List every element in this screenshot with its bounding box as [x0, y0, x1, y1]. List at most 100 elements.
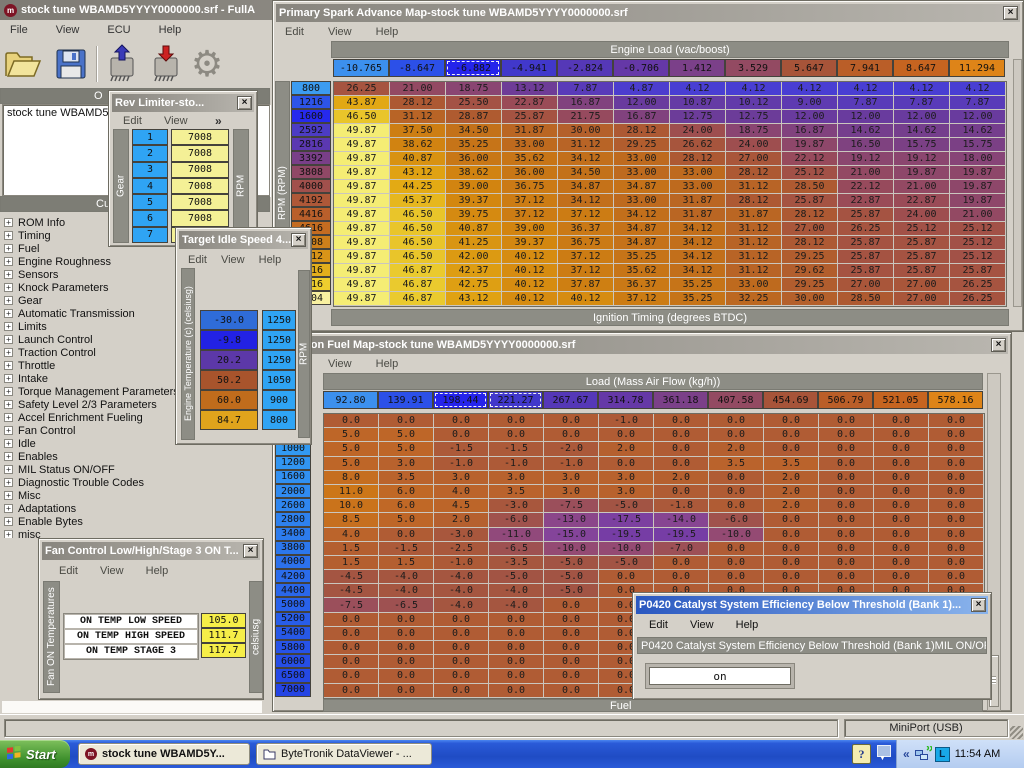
idle-temp-cell[interactable]: 20.2 — [200, 350, 258, 370]
fuel-map-cell[interactable]: 0.0 — [434, 428, 489, 442]
fuel-map-cell[interactable]: 0.0 — [709, 471, 764, 485]
idle-rpm-cell[interactable]: 800 — [262, 410, 296, 430]
sidebar-item-enables[interactable]: +Enables — [0, 450, 270, 463]
fuel-map-cell[interactable]: 3.0 — [544, 471, 599, 485]
spark-map-cell[interactable]: 43.12 — [390, 166, 446, 180]
rev-menu-edit[interactable]: Edit — [123, 115, 142, 127]
fuel-map-cell[interactable]: 0.0 — [489, 414, 544, 428]
rev-rpm-cell[interactable]: 7008 — [171, 162, 229, 178]
fuel-maf-header[interactable]: 139.91 — [378, 391, 433, 409]
p0420-close-icon[interactable]: × — [971, 598, 986, 612]
sidebar-item-diagnostic-trouble-codes[interactable]: +Diagnostic Trouble Codes — [0, 476, 270, 489]
tree-expand-icon[interactable]: + — [4, 504, 13, 513]
menu-help[interactable]: Help — [159, 24, 182, 36]
fuel-map-cell[interactable]: 0.0 — [929, 513, 984, 527]
fuel-rpm-cell[interactable]: 5000 — [275, 597, 311, 611]
fuel-map-cell[interactable]: -6.0 — [489, 513, 544, 527]
fuel-map-cell[interactable]: 2.0 — [654, 471, 709, 485]
rev-menu-overflow-icon[interactable]: » — [215, 114, 222, 128]
fuel-map-cell[interactable]: 0.0 — [379, 641, 434, 655]
fuel-map-cell[interactable]: 0.0 — [709, 428, 764, 442]
spark-map-cell[interactable]: 31.12 — [558, 138, 614, 152]
spark-map-cell[interactable]: 39.37 — [446, 194, 502, 208]
spark-map-cell[interactable]: 28.50 — [838, 292, 894, 306]
spark-map-cell[interactable]: 26.25 — [334, 82, 390, 96]
spark-map-cell[interactable]: 25.87 — [838, 264, 894, 278]
fuel-maf-header[interactable]: 506.79 — [818, 391, 873, 409]
fan-menu-edit[interactable]: Edit — [59, 565, 78, 577]
fuel-map-cell[interactable]: 0.0 — [544, 641, 599, 655]
idle-rpm-cell[interactable]: 1250 — [262, 310, 296, 330]
spark-map-cell[interactable]: 21.75 — [558, 110, 614, 124]
fuel-map-cell[interactable]: 0.0 — [654, 556, 709, 570]
fuel-map-cell[interactable]: 3.0 — [379, 457, 434, 471]
idle-rpm-cell[interactable]: 1250 — [262, 330, 296, 350]
tree-expand-icon[interactable]: + — [4, 322, 13, 331]
fuel-map-cell[interactable]: 0.0 — [929, 528, 984, 542]
rev-gear-cell[interactable]: 3 — [132, 162, 168, 178]
rev-rpm-cell[interactable]: 7008 — [171, 194, 229, 210]
fuel-map-cell[interactable]: 2.0 — [434, 513, 489, 527]
fuel-map-cell[interactable]: 1.5 — [324, 556, 379, 570]
spark-map-cell[interactable]: 46.87 — [390, 278, 446, 292]
fuel-map-cell[interactable]: -1.5 — [489, 442, 544, 456]
fuel-map-cell[interactable]: -1.0 — [434, 457, 489, 471]
spark-map-cell[interactable]: 14.62 — [950, 124, 1006, 138]
spark-map-cell[interactable]: 45.37 — [390, 194, 446, 208]
spark-map-cell[interactable]: 49.87 — [334, 236, 390, 250]
spark-map-cell[interactable]: 28.12 — [726, 166, 782, 180]
spark-map-cell[interactable]: 49.87 — [334, 124, 390, 138]
spark-map-cell[interactable]: 35.25 — [670, 278, 726, 292]
fuel-map-cell[interactable]: 0.0 — [874, 457, 929, 471]
spark-map-cell[interactable]: 21.00 — [390, 82, 446, 96]
fuel-map-cell[interactable]: 0.0 — [764, 513, 819, 527]
fuel-map-cell[interactable]: 0.0 — [929, 485, 984, 499]
spark-rpm-cell[interactable]: 3392 — [291, 151, 331, 165]
spark-map-cell[interactable]: 34.12 — [670, 236, 726, 250]
fuel-maf-header[interactable]: 92.80 — [323, 391, 378, 409]
spark-load-header[interactable]: 11.294 — [949, 59, 1005, 77]
spark-map-cell[interactable]: 12.00 — [614, 96, 670, 110]
idle-close-icon[interactable]: × — [291, 233, 306, 247]
fuel-map-cell[interactable]: 2.0 — [764, 485, 819, 499]
spark-map-cell[interactable]: 7.87 — [838, 96, 894, 110]
tree-expand-icon[interactable]: + — [4, 530, 13, 538]
spark-map-cell[interactable]: 34.12 — [670, 222, 726, 236]
spark-map-cell[interactable]: 4.12 — [726, 82, 782, 96]
spark-rpm-cell[interactable]: 800 — [291, 81, 331, 95]
fuel-map-cell[interactable]: 2.0 — [709, 442, 764, 456]
spark-map-cell[interactable]: 12.75 — [726, 110, 782, 124]
fuel-map-cell[interactable]: -5.0 — [599, 556, 654, 570]
fuel-map-cell[interactable]: 0.0 — [434, 684, 489, 698]
fuel-map-cell[interactable]: 0.0 — [379, 528, 434, 542]
tree-expand-icon[interactable]: + — [4, 309, 13, 318]
tree-expand-icon[interactable]: + — [4, 348, 13, 357]
fuel-map-cell[interactable]: 0.0 — [489, 627, 544, 641]
spark-map-cell[interactable]: 21.00 — [838, 166, 894, 180]
fuel-map-cell[interactable]: 2.0 — [599, 442, 654, 456]
gear-icon[interactable]: ⚙ — [186, 44, 228, 84]
spark-map-cell[interactable]: 49.87 — [334, 138, 390, 152]
fuel-map-cell[interactable]: 0.0 — [489, 669, 544, 683]
spark-map-cell[interactable]: 33.00 — [670, 180, 726, 194]
spark-map-cell[interactable]: 26.62 — [670, 138, 726, 152]
spark-map-cell[interactable]: 22.87 — [838, 194, 894, 208]
fan-label-cell[interactable]: ON TEMP STAGE 3 — [64, 644, 198, 659]
spark-map-cell[interactable]: 49.87 — [334, 194, 390, 208]
fuel-map-cell[interactable]: 0.0 — [324, 627, 379, 641]
spark-map-cell[interactable]: 22.12 — [838, 180, 894, 194]
spark-map-cell[interactable]: 33.00 — [614, 166, 670, 180]
spark-vscrollbar[interactable] — [1013, 59, 1022, 307]
fuel-map-cell[interactable]: 0.0 — [874, 471, 929, 485]
spark-map-cell[interactable]: 27.00 — [726, 152, 782, 166]
task-button-stock-tune[interactable]: m stock tune WBAMD5Y... — [78, 743, 250, 765]
fuel-maf-header[interactable]: 221.27 — [488, 391, 543, 409]
spark-map-cell[interactable]: 33.00 — [670, 166, 726, 180]
fuel-menu-view[interactable]: View — [328, 358, 352, 370]
p0420-menu-edit[interactable]: Edit — [649, 619, 668, 631]
spark-map-cell[interactable]: 22.87 — [894, 194, 950, 208]
fuel-map-cell[interactable]: 0.0 — [489, 428, 544, 442]
fuel-map-cell[interactable]: -1.0 — [434, 556, 489, 570]
fuel-map-cell[interactable]: 0.0 — [929, 428, 984, 442]
spark-map-cell[interactable]: 42.75 — [446, 278, 502, 292]
